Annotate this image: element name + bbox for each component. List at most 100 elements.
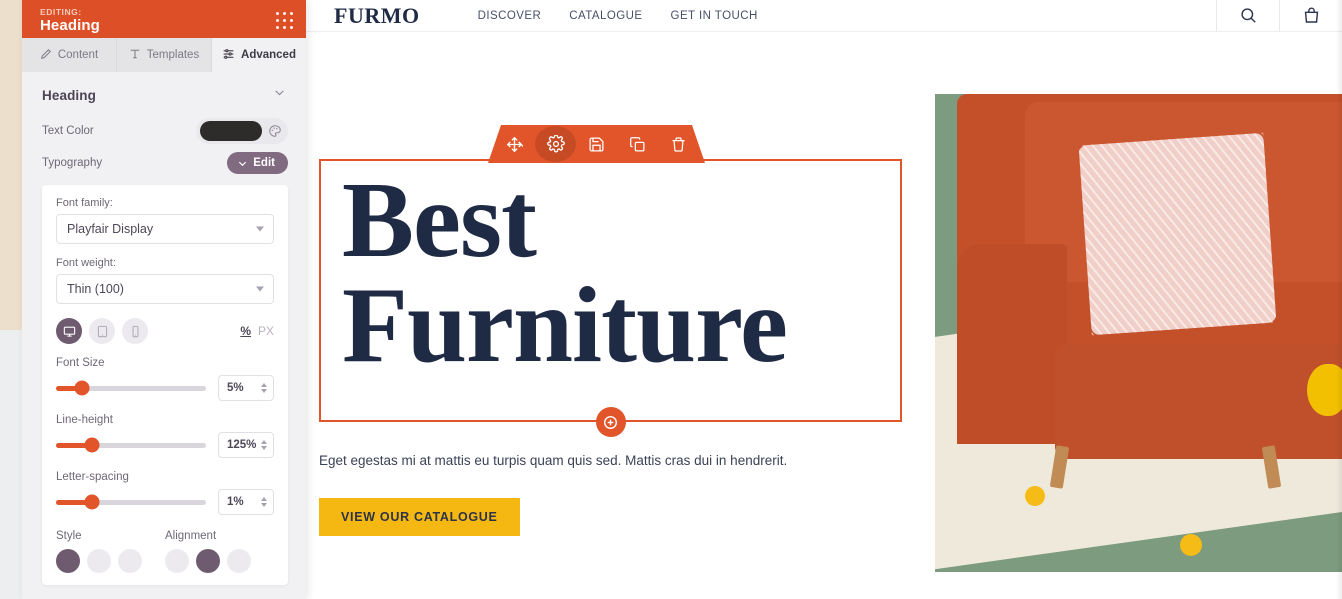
- tab-advanced[interactable]: Advanced: [212, 38, 306, 72]
- nav-link-get-in-touch[interactable]: GET IN TOUCH: [671, 10, 758, 22]
- line-height-stepper[interactable]: [261, 440, 267, 450]
- style-option-1[interactable]: [56, 549, 80, 573]
- editing-element-name: Heading: [40, 16, 100, 34]
- line-height-value: 125%: [227, 439, 257, 451]
- typography-label: Typography: [42, 157, 103, 169]
- line-height-slider[interactable]: [56, 437, 206, 453]
- text-color-control[interactable]: [196, 118, 288, 144]
- tab-content[interactable]: Content: [22, 38, 117, 72]
- preview-right-shadow: [1336, 0, 1342, 599]
- typography-edit-button[interactable]: Edit: [227, 152, 288, 174]
- style-alignment-row: Style Alignment: [56, 530, 274, 573]
- sidebar-tabs: Content Templates Advanced: [22, 38, 306, 72]
- plus-circle-icon[interactable]: [595, 407, 626, 437]
- hero-heading: Best Furniture: [321, 161, 900, 379]
- palette-icon[interactable]: [268, 124, 282, 138]
- nav-link-catalogue[interactable]: CATALOGUE: [569, 10, 642, 22]
- gear-icon[interactable]: [535, 126, 576, 162]
- unit-percent[interactable]: %: [240, 324, 251, 338]
- sidebar-header: EDITING: Heading: [22, 0, 306, 38]
- site-nav-links: DISCOVER CATALOGUE GET IN TOUCH: [478, 10, 758, 22]
- font-size-value: 5%: [227, 382, 244, 394]
- heading-panel-title: Heading: [42, 87, 96, 103]
- selected-heading-element[interactable]: Best Furniture: [319, 125, 902, 437]
- page-left-gray-strip: [0, 330, 22, 599]
- font-size-slider[interactable]: [56, 380, 206, 396]
- unit-toggle: % PX: [240, 324, 274, 338]
- chevron-down-icon: [256, 226, 264, 232]
- align-center-option[interactable]: [196, 549, 220, 573]
- hero-heading-line-2: Furniture: [342, 265, 788, 385]
- font-size-label: Font Size: [56, 357, 105, 369]
- align-left-option[interactable]: [165, 549, 189, 573]
- line-height-input[interactable]: 125%: [218, 432, 274, 458]
- letter-spacing-stepper[interactable]: [261, 497, 267, 507]
- line-height-slider-block: Line-height 125%: [56, 414, 274, 458]
- hero-image: [935, 94, 1342, 572]
- font-family-label: Font family:: [56, 197, 113, 209]
- letter-spacing-slider-block: Letter-spacing 1%: [56, 471, 274, 515]
- template-icon: [129, 48, 141, 63]
- hero-section: Best Furniture Eget egestas mi at mattis…: [306, 32, 1342, 599]
- nav-link-discover[interactable]: DISCOVER: [478, 10, 542, 22]
- font-weight-value: Thin (100): [67, 282, 124, 296]
- chevron-down-icon: [256, 286, 264, 292]
- sliders-icon: [222, 47, 235, 63]
- line-height-label: Line-height: [56, 414, 113, 426]
- font-weight-label: Font weight:: [56, 257, 116, 269]
- trash-icon[interactable]: [658, 126, 699, 162]
- font-family-select[interactable]: Playfair Display: [56, 214, 274, 244]
- device-and-unit-row: % PX: [56, 318, 274, 344]
- site-nav-actions: [1216, 0, 1342, 31]
- editor-screen: FURMO DISCOVER CATALOGUE GET IN TOUCH Be…: [0, 0, 1342, 599]
- font-size-stepper[interactable]: [261, 383, 267, 393]
- style-group: Style: [56, 530, 165, 573]
- letter-spacing-input[interactable]: 1%: [218, 489, 274, 515]
- website-preview: FURMO DISCOVER CATALOGUE GET IN TOUCH Be…: [306, 0, 1342, 599]
- style-label: Style: [56, 530, 82, 542]
- typography-edit-label: Edit: [253, 157, 275, 169]
- tablet-icon[interactable]: [89, 318, 115, 344]
- element-toolbar: [488, 125, 705, 163]
- editor-sidebar: EDITING: Heading Content Templates Advan…: [22, 0, 306, 599]
- desktop-icon[interactable]: [56, 318, 82, 344]
- font-weight-select[interactable]: Thin (100): [56, 274, 274, 304]
- style-option-3[interactable]: [118, 549, 142, 573]
- style-option-2[interactable]: [87, 549, 111, 573]
- pencil-icon: [40, 48, 52, 63]
- typography-card: Font family: Playfair Display Font weigh…: [42, 185, 288, 585]
- search-icon[interactable]: [1217, 0, 1279, 31]
- alignment-group: Alignment: [165, 530, 274, 573]
- page-left-beige-strip: [0, 0, 22, 330]
- shopping-bag-icon[interactable]: [1280, 0, 1342, 31]
- unit-px[interactable]: PX: [258, 324, 274, 338]
- sidebar-body: Heading Text Color Typography Edit Font …: [22, 72, 306, 599]
- alignment-label: Alignment: [165, 530, 217, 542]
- device-toggle-group: [56, 318, 148, 344]
- site-logo[interactable]: FURMO: [334, 3, 420, 29]
- heading-panel-header[interactable]: Heading: [22, 72, 306, 114]
- move-icon[interactable]: [494, 126, 535, 162]
- mobile-icon[interactable]: [122, 318, 148, 344]
- editing-label: EDITING:: [40, 6, 82, 17]
- grid-dots-icon[interactable]: [276, 11, 294, 30]
- letter-spacing-value: 1%: [227, 496, 244, 508]
- tab-templates-label: Templates: [146, 49, 200, 61]
- letter-spacing-slider[interactable]: [56, 494, 206, 510]
- view-catalogue-button[interactable]: VIEW OUR CATALOGUE: [319, 498, 520, 536]
- font-family-value: Playfair Display: [67, 222, 154, 236]
- font-size-input[interactable]: 5%: [218, 375, 274, 401]
- tab-advanced-label: Advanced: [241, 49, 296, 61]
- chevron-down-icon[interactable]: [273, 86, 286, 104]
- letter-spacing-label: Letter-spacing: [56, 471, 129, 483]
- align-right-option[interactable]: [227, 549, 251, 573]
- tab-content-label: Content: [57, 49, 99, 61]
- text-color-swatch[interactable]: [200, 121, 262, 141]
- font-size-slider-block: Font Size 5%: [56, 357, 274, 401]
- save-icon[interactable]: [576, 126, 617, 162]
- hero-heading-line-1: Best: [342, 161, 537, 280]
- tab-templates[interactable]: Templates: [117, 38, 212, 72]
- site-navbar: FURMO DISCOVER CATALOGUE GET IN TOUCH: [306, 0, 1342, 32]
- duplicate-icon[interactable]: [617, 126, 658, 162]
- hero-subtext: Eget egestas mi at mattis eu turpis quam…: [319, 453, 788, 468]
